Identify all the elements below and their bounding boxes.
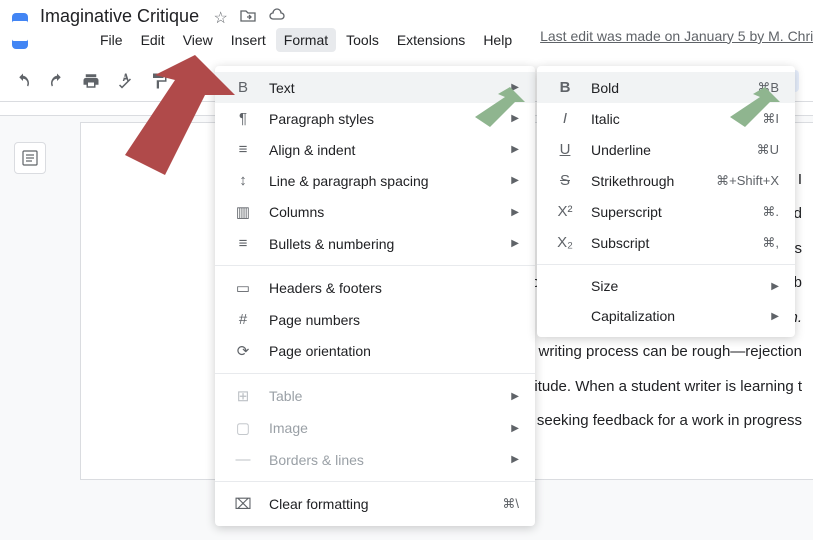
format-item-align-indent[interactable]: ≡Align & indent▶ [215, 134, 535, 165]
text-item-strikethrough[interactable]: S Strikethrough⌘+Shift+X [537, 165, 795, 196]
menu-item-label: Page orientation [269, 343, 519, 359]
text-item-underline[interactable]: U Underline⌘U [537, 134, 795, 165]
menu-tools[interactable]: Tools [338, 28, 387, 52]
text-item-capitalization[interactable]: Capitalization▶ [537, 301, 795, 331]
menu-item-label: Page numbers [269, 312, 519, 328]
format-item-table: ⊞ Table▶ [215, 380, 535, 412]
menu-item-icon: — [231, 451, 255, 468]
submenu-arrow-icon: ▶ [511, 391, 519, 402]
outline-button[interactable] [14, 142, 46, 174]
menu-item-icon: I [553, 110, 577, 127]
menu-item-icon: X² [553, 203, 577, 220]
text-item-size[interactable]: Size▶ [537, 271, 795, 301]
submenu-arrow-icon: ▶ [511, 454, 519, 465]
document-title[interactable]: Imaginative Critique [40, 6, 199, 27]
green-annotation-arrow [715, 82, 785, 137]
menu-separator [215, 481, 535, 482]
menu-item-shortcut: ⌘, [762, 235, 779, 251]
red-annotation-arrow [85, 45, 245, 210]
format-item-columns[interactable]: ▥Columns▶ [215, 196, 535, 228]
menu-item-icon: S [553, 172, 577, 189]
menu-item-label: Table [269, 388, 511, 404]
menu-item-label: Headers & footers [269, 280, 519, 296]
menu-item-icon: ⌧ [231, 495, 255, 513]
submenu-arrow-icon: ▶ [511, 144, 519, 155]
menu-separator [215, 265, 535, 266]
menu-item-icon: ⊞ [231, 387, 255, 405]
menu-item-label: Bullets & numbering [269, 236, 511, 252]
green-annotation-arrow [460, 82, 530, 137]
format-item-bullets-numbering[interactable]: ≡ Bullets & numbering▶ [215, 228, 535, 259]
format-item-line-paragraph-spacing[interactable]: ↕Line & paragraph spacing▶ [215, 165, 535, 196]
undo-button[interactable] [12, 70, 34, 92]
menu-item-shortcut: ⌘. [762, 204, 779, 220]
menu-item-label: Subscript [591, 235, 762, 251]
format-item-page-numbers[interactable]: # Page numbers [215, 304, 535, 335]
redo-button[interactable] [46, 70, 68, 92]
submenu-arrow-icon: ▶ [771, 311, 779, 322]
format-item-headers-footers[interactable]: ▭ Headers & footers [215, 272, 535, 304]
menu-item-label: Strikethrough [591, 173, 716, 189]
menu-help[interactable]: Help [475, 28, 520, 52]
text-item-subscript[interactable]: X₂ Subscript⌘, [537, 227, 795, 258]
submenu-arrow-icon: ▶ [511, 175, 519, 186]
format-item-clear-formatting[interactable]: ⌧ Clear formatting⌘\ [215, 488, 535, 520]
menu-item-label: Columns [269, 204, 511, 220]
menu-item-shortcut: ⌘\ [502, 496, 519, 512]
last-edit-link[interactable]: Last edit was made on January 5 by M. Ch… [540, 28, 813, 52]
star-icon[interactable]: ☆ [214, 8, 228, 28]
submenu-arrow-icon: ▶ [511, 207, 519, 218]
submenu-arrow-icon: ▶ [511, 238, 519, 249]
menu-item-shortcut: ⌘+Shift+X [716, 173, 779, 189]
menu-item-label: Line & paragraph spacing [269, 173, 511, 189]
menu-item-icon: # [231, 311, 255, 328]
menu-format[interactable]: Format [276, 28, 336, 52]
menu-separator [537, 264, 795, 265]
menu-item-label: Underline [591, 142, 757, 158]
menu-extensions[interactable]: Extensions [389, 28, 473, 52]
menu-item-label: Align & indent [269, 142, 511, 158]
submenu-arrow-icon: ▶ [511, 423, 519, 434]
menu-item-icon: ≡ [231, 235, 255, 252]
menu-item-label: Image [269, 420, 511, 436]
menu-item-shortcut: ⌘U [757, 142, 779, 158]
menu-item-icon: ▢ [231, 419, 255, 437]
menu-item-label: Borders & lines [269, 452, 511, 468]
menu-item-icon: B [553, 79, 577, 96]
format-item-page-orientation[interactable]: ⟳ Page orientation [215, 335, 535, 367]
menu-item-icon: X₂ [553, 234, 577, 251]
format-item-image: ▢ Image▶ [215, 412, 535, 444]
menu-item-label: Clear formatting [269, 496, 502, 512]
cloud-icon[interactable] [268, 8, 286, 28]
submenu-arrow-icon: ▶ [771, 281, 779, 292]
text-item-superscript[interactable]: X² Superscript⌘. [537, 196, 795, 227]
menu-item-icon: U [553, 141, 577, 158]
menu-separator [215, 373, 535, 374]
format-item-borders-lines: — Borders & lines▶ [215, 444, 535, 475]
menu-item-icon: ▭ [231, 279, 255, 297]
menu-item-label: Size [591, 278, 771, 294]
menu-item-icon: ⟳ [231, 342, 255, 360]
menu-item-label: Superscript [591, 204, 762, 220]
menu-item-label: Capitalization [591, 308, 771, 324]
move-icon[interactable] [240, 8, 256, 28]
docs-logo[interactable] [12, 13, 28, 49]
